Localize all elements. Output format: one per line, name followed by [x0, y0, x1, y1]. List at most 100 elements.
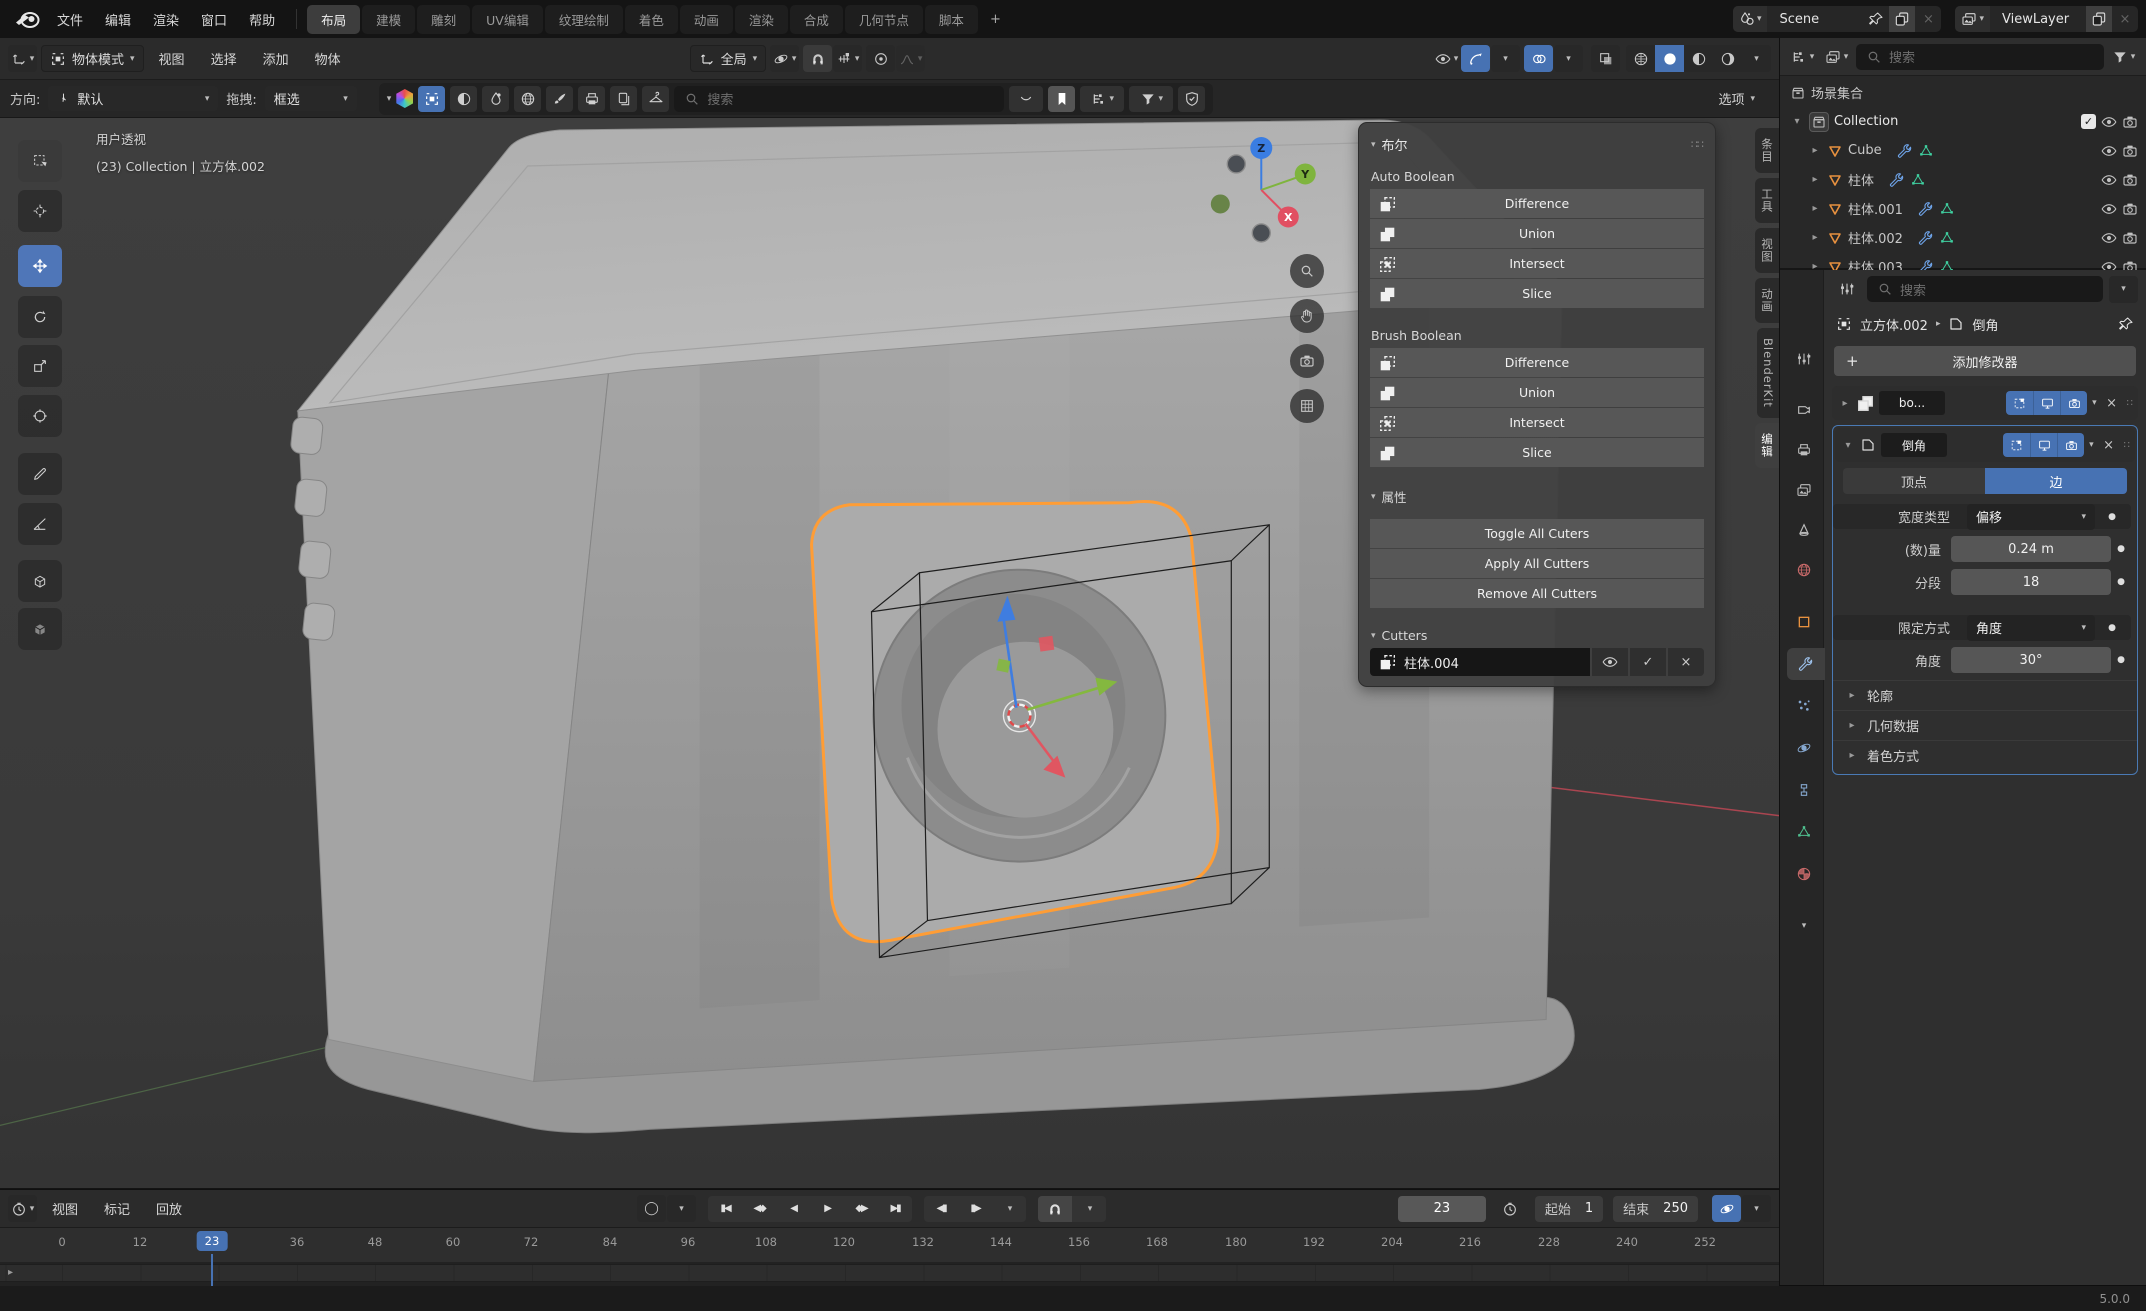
modifier-row-bevel[interactable]: ▾ 倒角 ▾ × ∷ — [1835, 428, 2135, 462]
keyframe-dot[interactable]: ● — [2102, 623, 2122, 633]
modifier-wrench-icon[interactable] — [1918, 259, 1934, 271]
workspace-tab[interactable]: 建模 — [362, 5, 415, 34]
realtime-toggle[interactable] — [2033, 391, 2060, 415]
tab-scene[interactable] — [1787, 514, 1821, 546]
options-dropdown[interactable]: 选项▾ — [1718, 89, 1769, 108]
topbar-menu[interactable]: 帮助 — [238, 6, 286, 33]
property-value-widget[interactable]: 偏移▾ — [1967, 504, 2095, 530]
viewlayer-browse-button[interactable]: ▾ — [1955, 6, 1990, 32]
keyframe-dot[interactable]: ● — [2111, 544, 2131, 554]
modifier-wrench-icon[interactable] — [1918, 201, 1934, 217]
playback-sync-dropdown[interactable]: ▾ — [1742, 1195, 1771, 1222]
render-camera-icon[interactable] — [2122, 172, 2138, 188]
timeline-track[interactable]: ▸ — [0, 1262, 1779, 1286]
outliner-display-mode-dropdown[interactable]: ▾ — [1822, 43, 1851, 70]
viewport-menu[interactable]: 视图 — [148, 45, 196, 72]
timeline-editor-type-button[interactable]: ▾ — [8, 1195, 37, 1222]
cutter-name-field[interactable]: 柱体.004 — [1370, 648, 1590, 676]
snap-toggle[interactable] — [803, 45, 832, 72]
mesh-data-icon[interactable] — [1910, 172, 1926, 188]
asset-type-material-button[interactable] — [450, 86, 477, 112]
workspace-tab[interactable]: 渲染 — [735, 5, 788, 34]
edit-mode-toggle[interactable] — [2006, 391, 2033, 415]
playback-sync-toggle[interactable] — [1712, 1195, 1741, 1222]
visibility-dropdown[interactable]: ▾ — [1432, 45, 1461, 72]
tool-select-box[interactable] — [18, 140, 62, 182]
object-row[interactable]: ▸ 柱体 — [1780, 165, 2146, 194]
tool-measure[interactable] — [18, 503, 62, 545]
attributes-heading[interactable]: ▾属性 — [1371, 487, 1703, 506]
editor-type-button[interactable]: ▾ — [8, 45, 37, 72]
object-row[interactable]: ▸ 柱体.001 — [1780, 194, 2146, 223]
workspace-tab[interactable]: UV编辑 — [472, 5, 543, 34]
new-scene-button[interactable] — [1889, 6, 1915, 32]
render-camera-icon[interactable] — [2122, 143, 2138, 159]
shading-dropdown[interactable]: ▾ — [1742, 45, 1771, 72]
hide-eye-icon[interactable] — [2101, 201, 2117, 217]
asset-type-scene-button[interactable] — [546, 86, 573, 112]
hide-eye-icon[interactable] — [2101, 230, 2117, 246]
tab-world[interactable] — [1787, 554, 1821, 586]
tab-object-data[interactable] — [1787, 816, 1821, 848]
pivot-point-dropdown[interactable]: ▾ — [770, 45, 799, 72]
workspace-tab[interactable]: 合成 — [790, 5, 843, 34]
expand-icon[interactable]: ▸ — [1808, 232, 1822, 243]
tab-view-layer[interactable] — [1787, 474, 1821, 506]
tab-output[interactable] — [1787, 434, 1821, 466]
viewport-menu[interactable]: 选择 — [200, 45, 248, 72]
workspace-tab[interactable]: 动画 — [680, 5, 733, 34]
affect-tab[interactable]: 边 — [1985, 468, 2127, 494]
snap-settings-dropdown[interactable]: ▾ — [833, 45, 862, 72]
cutter-apply-button[interactable]: ✓ — [1630, 648, 1666, 676]
keyframe-dot[interactable]: ● — [2111, 655, 2131, 665]
drag-dropdown[interactable]: 框选▾ — [265, 86, 357, 111]
overlays-dropdown[interactable]: ▾ — [1554, 45, 1583, 72]
workspace-tab[interactable]: 脚本 — [925, 5, 978, 34]
collection-checkbox[interactable]: ✓ — [2081, 114, 2096, 129]
modifier-row-boolean[interactable]: ▸ bo... ▾ × ∷ — [1832, 386, 2138, 420]
expand-icon[interactable]: ▸ — [1808, 203, 1822, 214]
mesh-data-icon[interactable] — [1939, 259, 1955, 271]
expand-icon[interactable]: ▸ — [1838, 398, 1852, 409]
pin-icon[interactable] — [2118, 316, 2134, 332]
workspace-tab[interactable]: 纹理绘制 — [545, 5, 623, 34]
keyframe-dot[interactable]: ● — [2111, 577, 2131, 587]
render-toggle[interactable] — [2057, 433, 2084, 457]
auto-boolean-button[interactable]: Union — [1370, 219, 1704, 248]
hide-eye-icon[interactable] — [2101, 172, 2117, 188]
tab-constraints[interactable] — [1787, 774, 1821, 806]
bookmark-icon[interactable] — [1048, 86, 1075, 112]
stopwatch-icon[interactable] — [1496, 1195, 1525, 1222]
auto-boolean-button[interactable]: Intersect — [1370, 249, 1704, 278]
asset-type-cloth-button[interactable] — [642, 86, 669, 112]
viewport-menu[interactable]: 添加 — [252, 45, 300, 72]
jump-to-end-button[interactable]: ▶▮ — [878, 1196, 912, 1222]
timeline-snap-dropdown[interactable]: ▾ — [1072, 1196, 1106, 1222]
gizmos-toggle[interactable] — [1461, 45, 1490, 72]
orientation-dropdown[interactable]: 全局▾ — [690, 45, 767, 72]
sidebar-tab[interactable]: 编辑 — [1755, 423, 1779, 468]
modifier-extras-dropdown[interactable]: ▾ — [2092, 398, 2097, 408]
new-viewlayer-button[interactable] — [2086, 6, 2112, 32]
next-keyframe-button[interactable]: ◆▶ — [844, 1196, 878, 1222]
sidebar-tab[interactable]: 工具 — [1755, 178, 1779, 223]
expand-icon[interactable]: ▸ — [1808, 174, 1822, 185]
topbar-menu[interactable]: 窗口 — [190, 6, 238, 33]
render-camera-icon[interactable] — [2122, 230, 2138, 246]
shading-wireframe-button[interactable] — [1626, 45, 1655, 72]
delete-viewlayer-button[interactable]: × — [2112, 6, 2138, 32]
tool-transform[interactable] — [18, 395, 62, 437]
expand-icon[interactable]: ▸ — [1808, 145, 1822, 156]
blenderkit-collapse-icon[interactable]: ▾ — [387, 94, 392, 104]
tab-material[interactable] — [1787, 858, 1821, 890]
hide-eye-icon[interactable] — [2101, 259, 2117, 271]
brush-boolean-button[interactable]: Union — [1370, 378, 1704, 407]
tab-object[interactable] — [1787, 606, 1821, 638]
boolean-panel-header[interactable]: ▾ 布尔 ∷∷ — [1359, 129, 1715, 162]
breadcrumb-object[interactable]: 立方体.002 — [1860, 315, 1928, 334]
viewport-menu[interactable]: 物体 — [304, 45, 352, 72]
delete-modifier-button[interactable]: × — [2102, 396, 2122, 411]
delete-scene-button[interactable]: × — [1915, 6, 1941, 32]
mode-dropdown[interactable]: 物体模式▾ — [41, 45, 144, 72]
overlays-toggle[interactable] — [1524, 45, 1553, 72]
